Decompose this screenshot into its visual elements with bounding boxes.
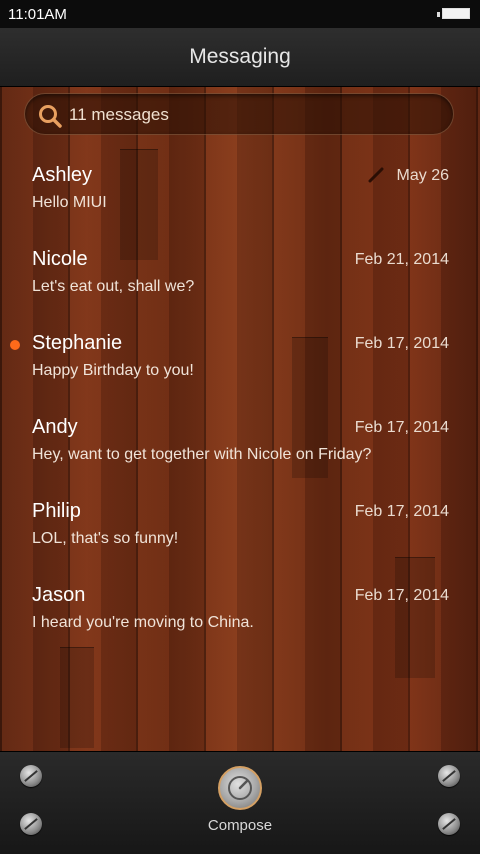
conversation-item[interactable]: Stephanie Feb 17, 2014 Happy Birthday to… [0, 332, 480, 416]
message-preview: Hey, want to get together with Nicole on… [32, 446, 372, 463]
compose-label[interactable]: Compose [0, 817, 480, 834]
status-time: 11:01AM [8, 6, 67, 23]
message-date: May 26 [396, 167, 449, 184]
title-bar: Messaging [0, 28, 480, 87]
contact-name: Philip [32, 500, 81, 522]
message-preview: Hello MIUI [32, 194, 107, 211]
search-icon [39, 105, 62, 128]
screw-icon [438, 765, 460, 787]
contact-name: Andy [32, 416, 78, 438]
conversation-item[interactable]: Ashley May 26 Hello MIUI [0, 164, 480, 248]
pencil-icon [368, 167, 384, 183]
message-preview: Let's eat out, shall we? [32, 278, 195, 295]
status-bar: 11:01AM [0, 0, 480, 28]
message-preview: I heard you're moving to China. [32, 614, 254, 631]
message-date: Feb 17, 2014 [354, 335, 449, 352]
message-preview: Happy Birthday to you! [32, 362, 194, 379]
message-date: Feb 17, 2014 [354, 419, 449, 436]
contact-name: Nicole [32, 248, 88, 270]
conversation-item[interactable]: Nicole Feb 21, 2014 Let's eat out, shall… [0, 248, 480, 332]
battery-tip [437, 12, 440, 17]
message-date: Feb 17, 2014 [354, 503, 449, 520]
message-preview: LOL, that's so funny! [32, 530, 179, 547]
compose-button[interactable] [218, 766, 262, 810]
contact-name: Jason [32, 584, 86, 606]
screw-icon [20, 765, 42, 787]
search-field[interactable]: 11 messages [24, 93, 454, 135]
conversation-item[interactable]: Philip Feb 17, 2014 LOL, that's so funny… [0, 500, 480, 584]
message-date: Feb 17, 2014 [354, 587, 449, 604]
conversation-list[interactable]: 11 messages Ashley May 26 Hello MIUI Nic… [0, 87, 480, 751]
bottom-bar: Compose [0, 751, 480, 854]
unread-dot [10, 340, 20, 350]
contact-name: Stephanie [32, 332, 123, 354]
compose-icon [228, 776, 252, 800]
conversation-item[interactable]: Andy Feb 17, 2014 Hey, want to get toget… [0, 416, 480, 500]
message-date: Feb 21, 2014 [354, 251, 449, 268]
message-count: 11 messages [69, 105, 169, 124]
contact-name: Ashley [32, 164, 93, 186]
page-title: Messaging [189, 45, 291, 68]
battery-icon [442, 8, 470, 19]
conversation-item[interactable]: Jason Feb 17, 2014 I heard you're moving… [0, 584, 480, 668]
